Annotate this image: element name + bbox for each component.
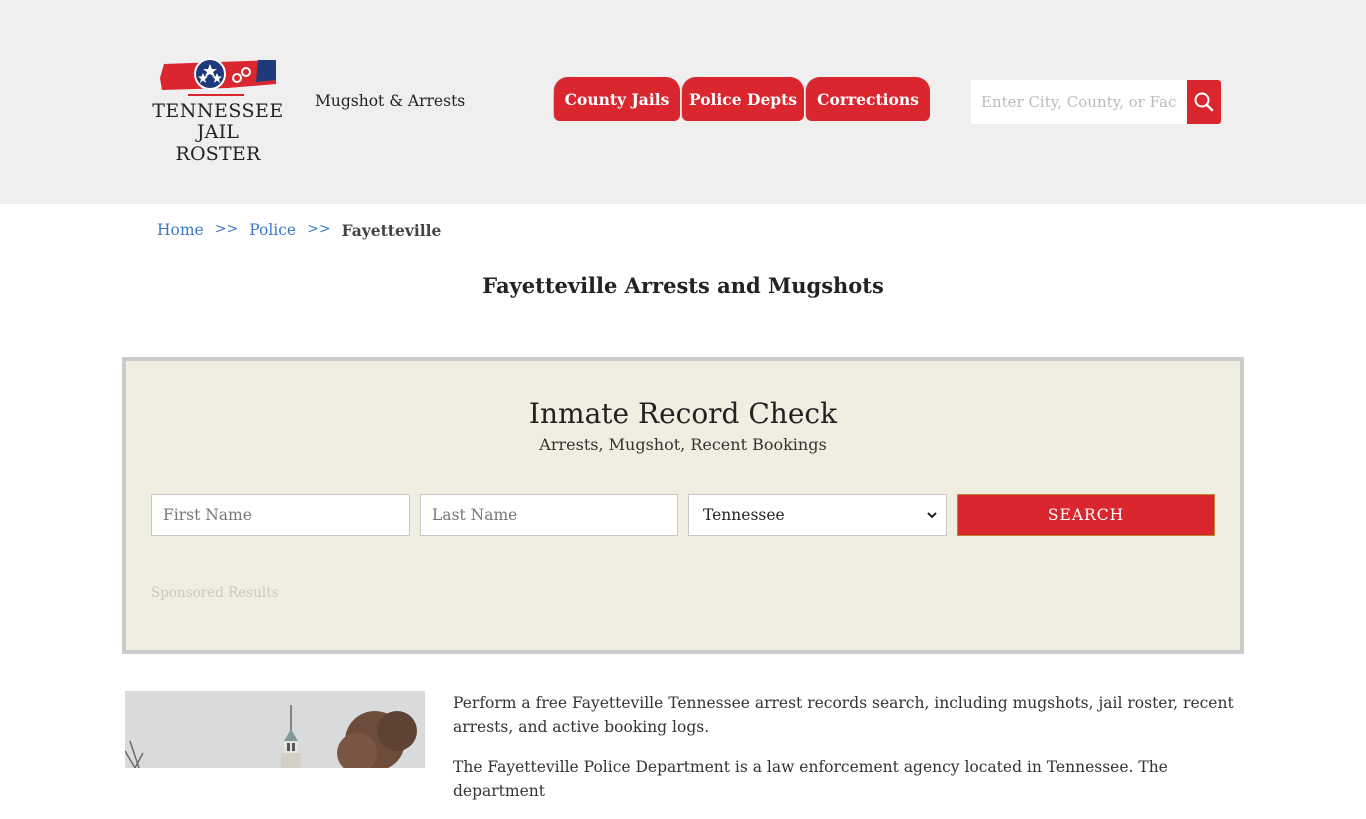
search-icon [1194, 92, 1214, 112]
nav-county-jails[interactable]: County Jails [554, 77, 680, 121]
logo-divider [188, 94, 244, 96]
breadcrumb: Home >> Police >> Fayetteville [157, 221, 441, 240]
chevron-down-icon [927, 512, 937, 519]
tennessee-map-icon [160, 58, 276, 90]
breadcrumb-police[interactable]: Police [249, 221, 296, 240]
record-check-title: Inmate Record Check [528, 397, 838, 430]
first-name-input[interactable] [151, 494, 410, 536]
header-search [971, 80, 1221, 124]
header-search-button[interactable] [1187, 80, 1221, 124]
fayetteville-building-photo [125, 691, 425, 768]
courthouse-image [125, 691, 425, 768]
intro-paragraph: The Fayetteville Police Department is a … [453, 758, 1168, 800]
page-intro-text: Perform a free Fayetteville Tennessee ar… [453, 691, 1243, 819]
last-name-input[interactable] [420, 494, 678, 536]
site-header: TENNESSEE JAIL ROSTER Mugshot & Arrests … [0, 0, 1366, 204]
state-select[interactable]: Tennessee [688, 494, 947, 536]
breadcrumb-home[interactable]: Home [157, 221, 204, 240]
sponsored-results-label: Sponsored Results [151, 585, 279, 601]
breadcrumb-current: Fayetteville [341, 221, 442, 240]
inmate-record-check-box: Inmate Record Check Arrests, Mugshot, Re… [122, 357, 1244, 654]
nav-corrections[interactable]: Corrections [806, 77, 930, 121]
breadcrumb-separator: >> [214, 221, 239, 237]
main-nav: County Jails Police Depts Corrections [554, 77, 932, 121]
site-tagline: Mugshot & Arrests [315, 92, 466, 110]
logo-text-line1: TENNESSEE [152, 100, 284, 122]
state-select-value: Tennessee [703, 506, 785, 524]
nav-police-depts[interactable]: Police Depts [682, 77, 804, 121]
record-check-subtitle: Arrests, Mugshot, Recent Bookings [539, 435, 827, 454]
breadcrumb-separator: >> [307, 221, 331, 237]
record-search-button[interactable]: SEARCH [957, 494, 1215, 536]
page-title: Fayetteville Arrests and Mugshots [482, 273, 884, 298]
intro-paragraph: Perform a free Fayetteville Tennessee ar… [453, 694, 1234, 736]
facility-search-input[interactable] [971, 80, 1187, 124]
site-logo[interactable]: TENNESSEE JAIL ROSTER [152, 56, 284, 165]
logo-text-line2: JAIL ROSTER [175, 121, 261, 165]
